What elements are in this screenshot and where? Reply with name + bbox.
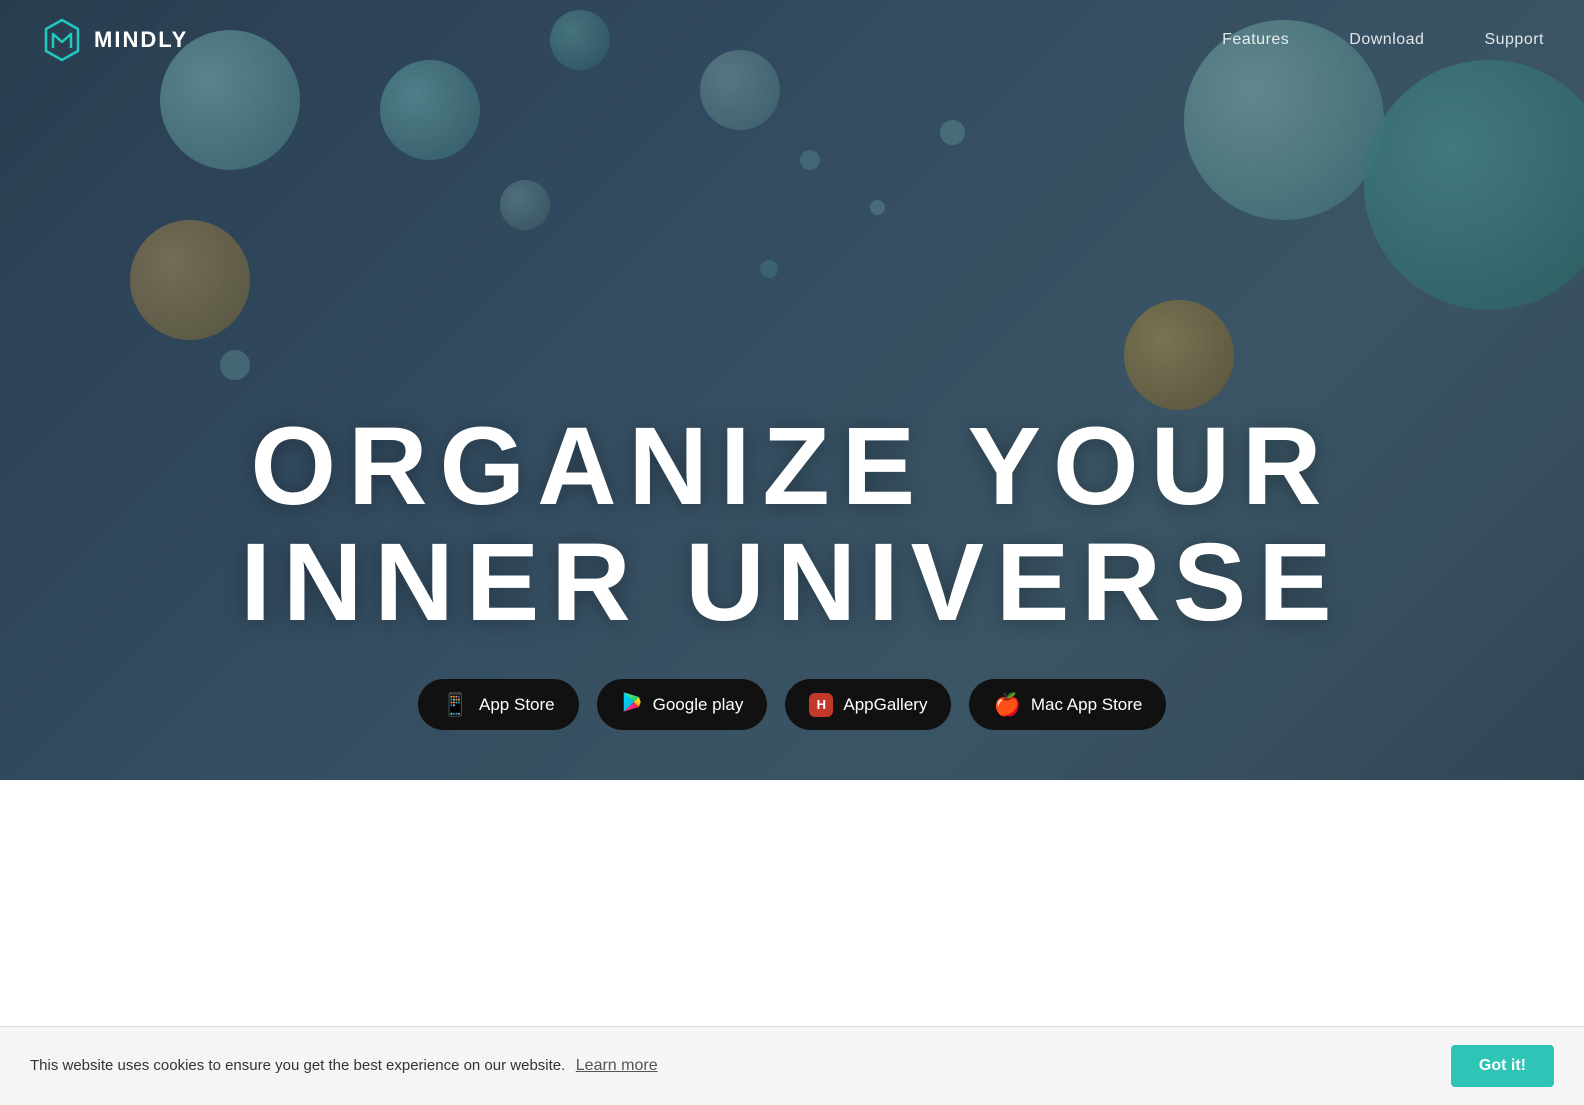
cookie-message-text: This website uses cookies to ensure you …: [30, 1057, 565, 1074]
hero-overlay: [0, 0, 1584, 780]
google-play-label: Google play: [653, 695, 744, 715]
cookie-accept-button[interactable]: Got it!: [1451, 1045, 1554, 1087]
nav-download[interactable]: Download: [1349, 31, 1424, 49]
download-buttons-row: 📱 App Store Google pla: [0, 679, 1584, 730]
cookie-learn-more-link[interactable]: Learn more: [576, 1057, 658, 1074]
cookie-banner: This website uses cookies to ensure you …: [0, 1026, 1584, 1105]
mac-app-store-button[interactable]: 🍎 Mac App Store: [969, 679, 1166, 730]
hero-section: ORGANIZE YOUR INNER UNIVERSE 📱 App Store: [0, 0, 1584, 780]
navbar: MINDLY Features Download Support: [0, 0, 1584, 80]
nav-features[interactable]: Features: [1222, 31, 1289, 49]
play-icon: [621, 691, 643, 718]
google-play-button[interactable]: Google play: [597, 679, 768, 730]
hero-headline: ORGANIZE YOUR INNER UNIVERSE: [0, 409, 1584, 640]
nav-links: Features Download Support: [1222, 31, 1544, 49]
hero-line-1: ORGANIZE YOUR: [0, 409, 1584, 525]
phone-icon: 📱: [442, 692, 469, 718]
app-gallery-label: AppGallery: [843, 695, 927, 715]
logo-text: MINDLY: [94, 27, 188, 53]
app-store-label: App Store: [479, 695, 555, 715]
mac-app-store-label: Mac App Store: [1031, 695, 1143, 715]
logo-area[interactable]: MINDLY: [40, 18, 188, 62]
cookie-message-area: This website uses cookies to ensure you …: [30, 1057, 658, 1075]
app-store-button[interactable]: 📱 App Store: [418, 679, 579, 730]
huawei-icon: H: [809, 693, 833, 717]
app-gallery-button[interactable]: H AppGallery: [785, 679, 951, 730]
hero-text-block: ORGANIZE YOUR INNER UNIVERSE: [0, 409, 1584, 640]
hero-line-2: INNER UNIVERSE: [0, 525, 1584, 641]
mindly-logo-icon: [40, 18, 84, 62]
apple-icon: 🍎: [993, 692, 1020, 718]
nav-support[interactable]: Support: [1484, 31, 1544, 49]
